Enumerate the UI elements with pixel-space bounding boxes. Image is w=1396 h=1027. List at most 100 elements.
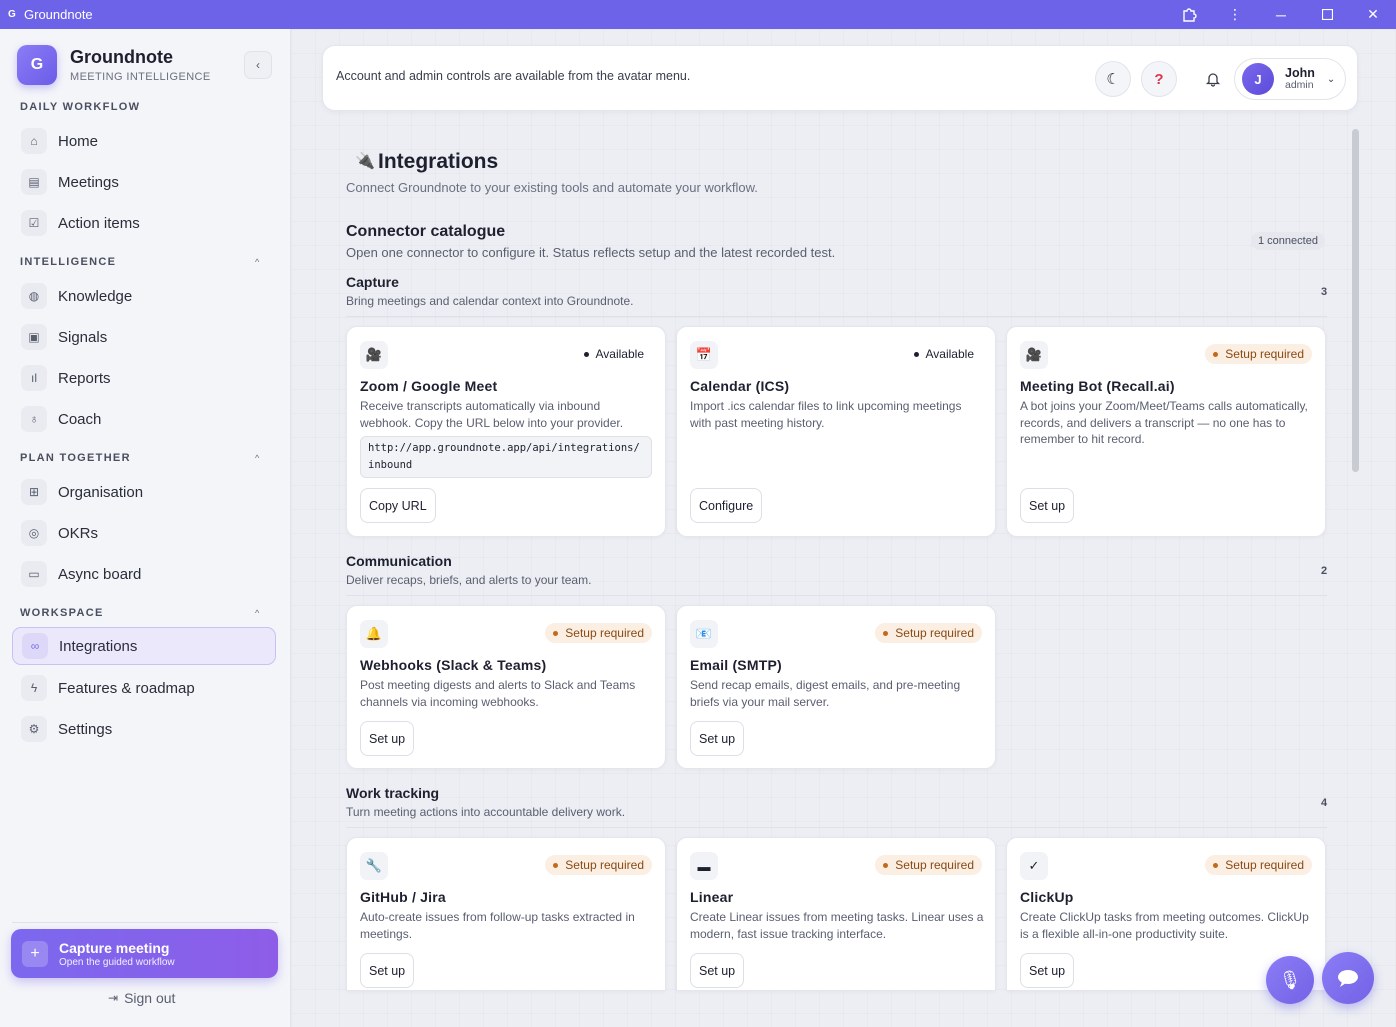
target-icon: ◎ (21, 520, 47, 546)
sidebar-item-okrs[interactable]: ◎ OKRs (12, 514, 276, 552)
email-icon: 📧 (690, 620, 718, 648)
sidebar-item-reports[interactable]: ıl Reports (12, 359, 276, 397)
minimize-icon[interactable]: ─ (1258, 0, 1304, 29)
status-badge: Setup required (545, 855, 652, 875)
capture-meeting-title: Capture meeting (59, 939, 170, 956)
brand-subtitle: MEETING INTELLIGENCE (70, 71, 211, 83)
chevron-down-icon: ⌄ (1326, 73, 1336, 85)
gear-icon: ⚙ (21, 716, 47, 742)
sidebar-item-label: Knowledge (58, 287, 133, 305)
sidebar-item-label: Async board (58, 565, 142, 583)
chevron-up-icon[interactable]: ^ (255, 257, 259, 267)
sidebar-item-async-board[interactable]: ▭ Async board (12, 555, 276, 593)
grid-icon: ⊞ (21, 479, 47, 505)
document-icon: ▤ (21, 169, 47, 195)
connector-card-zoom-google-meet[interactable]: 🎥 Available Zoom / Google Meet Receive t… (346, 326, 666, 537)
connector-title: Linear (690, 889, 734, 905)
help-button[interactable]: ? (1141, 61, 1177, 97)
chat-bubble-icon (1338, 970, 1358, 987)
group-divider (346, 827, 1327, 828)
set-up-button[interactable]: Set up (360, 721, 415, 756)
chevron-up-icon[interactable]: ^ (255, 608, 259, 618)
copy-url-button[interactable]: Copy URL (360, 488, 436, 523)
sidebar-item-knowledge[interactable]: ◍ Knowledge (12, 277, 276, 315)
group-subtitle-work-tracking: Turn meeting actions into accountable de… (346, 805, 626, 819)
link-icon: ∞ (22, 633, 48, 659)
notifications-button[interactable] (1195, 61, 1231, 97)
close-icon[interactable]: ✕ (1350, 0, 1396, 29)
sidebar-item-organisation[interactable]: ⊞ Organisation (12, 473, 276, 511)
sidebar-item-features-roadmap[interactable]: ϟ Features & roadmap (12, 669, 276, 707)
group-title-work-tracking: Work tracking (346, 785, 440, 801)
moon-icon: ☾ (1106, 71, 1120, 88)
group-divider (346, 595, 1327, 596)
set-up-button[interactable]: Set up (360, 953, 415, 988)
bar-chart-icon: ıl (21, 365, 47, 391)
connector-card-linear[interactable]: ▬ Setup required Linear Create Linear is… (676, 837, 996, 991)
page-title: Integrations (378, 150, 499, 173)
set-up-button[interactable]: Set up (690, 721, 745, 756)
group-count-work-tracking: 4 (1321, 797, 1328, 809)
window-title-bar: G Groundnote ⋮ ─ ✕ (0, 0, 1396, 29)
connector-card-email-smtp[interactable]: 📧 Setup required Email (SMTP) Send recap… (676, 605, 996, 769)
configure-button[interactable]: Configure (690, 488, 763, 523)
connector-card-meeting-bot[interactable]: 🎥 Setup required Meeting Bot (Recall.ai)… (1006, 326, 1326, 537)
checkmark-icon: ✓ (1020, 852, 1048, 880)
connector-description: A bot joins your Zoom/Meet/Teams calls a… (1020, 399, 1308, 446)
chat-button[interactable] (1322, 952, 1374, 1004)
connector-card-calendar-ics[interactable]: 📅 Available Calendar (ICS) Import .ics c… (676, 326, 996, 537)
sidebar: G Groundnote MEETING INTELLIGENCE ‹ DAIL… (0, 29, 291, 1027)
webhook-url-field[interactable]: http://app.groundnote.app/api/integratio… (360, 436, 652, 478)
top-bar: Account and admin controls are available… (322, 45, 1358, 111)
sidebar-item-action-items[interactable]: ☑ Action items (12, 204, 276, 242)
connector-title: Calendar (ICS) (690, 378, 790, 394)
sidebar-item-label: Settings (58, 720, 113, 738)
set-up-button[interactable]: Set up (690, 953, 745, 988)
group-divider (346, 316, 1327, 317)
calendar-icon: 📅 (690, 341, 718, 369)
user-role: admin (1285, 79, 1314, 92)
scrollbar-thumb[interactable] (1352, 129, 1359, 472)
connector-description: Import .ics calendar files to link upcom… (690, 399, 962, 430)
sidebar-item-settings[interactable]: ⚙ Settings (12, 710, 276, 748)
maximize-icon[interactable] (1304, 0, 1350, 29)
capture-meeting-button[interactable]: + Capture meeting Open the guided workfl… (11, 929, 278, 978)
scrollbar[interactable] (1350, 127, 1360, 1017)
sidebar-item-meetings[interactable]: ▤ Meetings (12, 163, 276, 201)
app-icon: G (8, 9, 16, 20)
sidebar-item-label: Integrations (59, 637, 138, 655)
video-camera-icon: 🎥 (1020, 341, 1048, 369)
extension-icon[interactable] (1166, 0, 1212, 29)
sidebar-item-signals[interactable]: ▣ Signals (12, 318, 276, 356)
sidebar-item-label: Meetings (58, 173, 119, 191)
zap-icon: ϟ (21, 675, 47, 701)
connector-card-webhooks[interactable]: 🔔 Setup required Webhooks (Slack & Teams… (346, 605, 666, 769)
voice-assistant-button[interactable]: 🎙 (1266, 956, 1314, 1004)
sign-out-button[interactable]: ⇥ Sign out (108, 990, 175, 1006)
user-menu[interactable]: J John admin ⌄ (1234, 58, 1346, 100)
chevron-left-icon: ‹ (256, 58, 260, 72)
sidebar-item-coach[interactable]: ♁ Coach (12, 400, 276, 438)
status-badge: Setup required (875, 623, 982, 643)
globe-icon: ◍ (21, 283, 47, 309)
wrench-icon: 🔧 (360, 852, 388, 880)
sidebar-item-label: Action items (58, 214, 140, 232)
collapse-sidebar-button[interactable]: ‹ (244, 51, 272, 79)
catalogue-title: Connector catalogue (346, 223, 506, 240)
connector-description: Create ClickUp tasks from meeting outcom… (1020, 910, 1309, 941)
dark-mode-toggle[interactable]: ☾ (1095, 61, 1131, 97)
brand-name: Groundnote (70, 47, 173, 67)
connector-card-github-jira[interactable]: 🔧 Setup required GitHub / Jira Auto-crea… (346, 837, 666, 991)
chevron-up-icon[interactable]: ^ (255, 453, 259, 463)
set-up-button[interactable]: Set up (1020, 488, 1075, 523)
sidebar-item-label: Signals (58, 328, 108, 346)
more-vertical-icon[interactable]: ⋮ (1212, 0, 1258, 29)
connector-description: Create Linear issues from meeting tasks.… (690, 910, 984, 941)
set-up-button[interactable]: Set up (1020, 953, 1075, 988)
sidebar-item-integrations[interactable]: ∞ Integrations (12, 627, 276, 665)
sidebar-item-home[interactable]: ⌂ Home (12, 122, 276, 160)
sidebar-item-label: OKRs (58, 524, 99, 542)
sidebar-divider (12, 922, 278, 923)
section-plan-together: PLAN TOGETHER (20, 452, 131, 464)
connector-description: Auto-create issues from follow-up tasks … (360, 910, 635, 941)
